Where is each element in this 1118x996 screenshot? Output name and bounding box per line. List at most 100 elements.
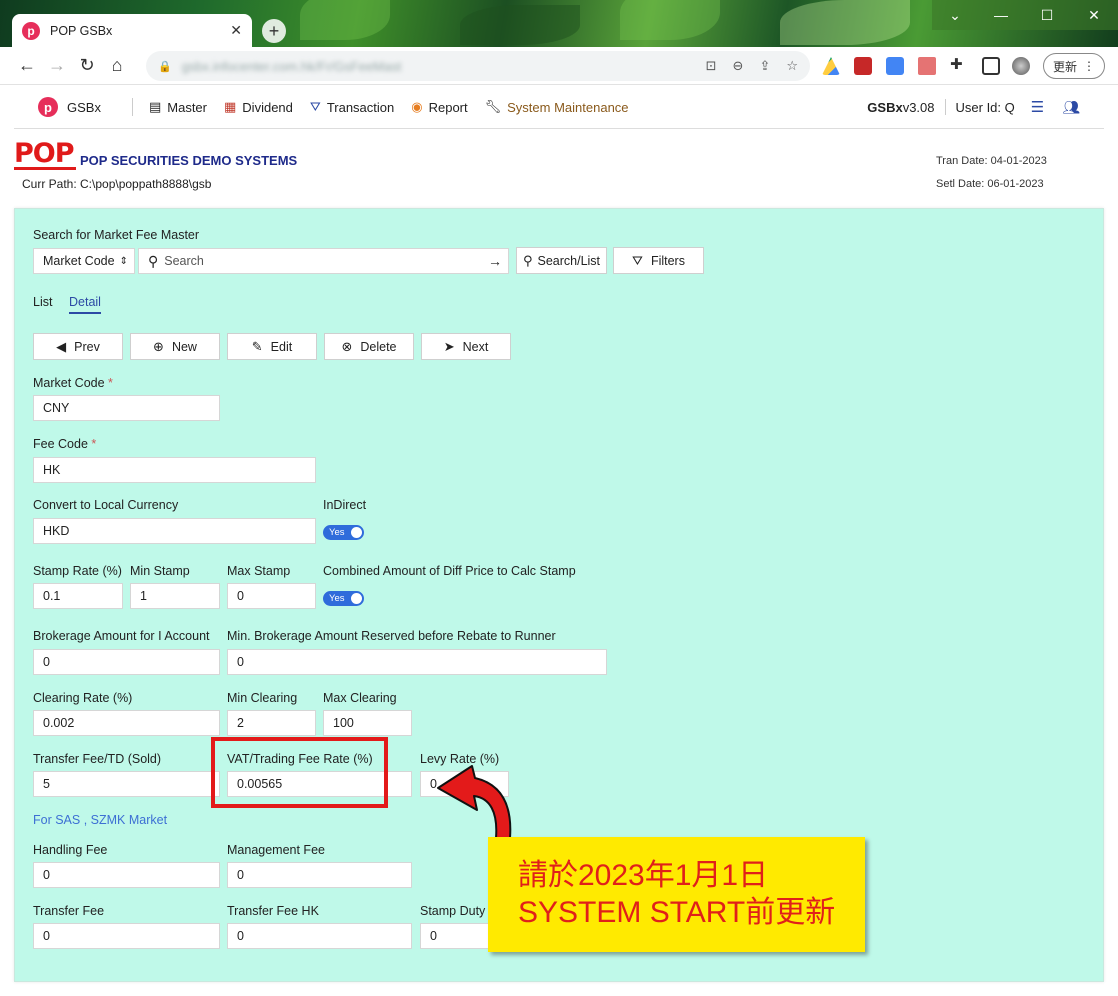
handling-fee-input[interactable]: 0 [33,862,220,888]
search-field-select[interactable]: Market Code ⇕ [33,248,135,274]
menu-system-maintenance[interactable]: 🔧︎ System Maintenance [485,99,629,115]
tab-close-icon[interactable]: ✕ [230,22,242,39]
background-leaf [780,0,910,45]
app-navbar: p GSBx ▤ Master ▦ Dividend ⛛ Transaction… [14,86,1104,129]
wrench-icon: 🔧︎ [484,99,502,114]
minimize-button[interactable]: — [978,0,1024,30]
max-clearing-label: Max Clearing [323,691,397,705]
forward-arrow-icon[interactable]: → [42,55,72,76]
transfer-fee-hk-input[interactable]: 0 [227,923,412,949]
drive-extension-icon[interactable] [822,57,840,75]
puzzle-extensions-icon[interactable]: ✚ [950,55,968,73]
user-id: User Id: Q [955,99,1015,115]
tab-detail[interactable]: Detail [69,295,101,314]
new-button[interactable]: ⊕ New [130,333,220,360]
book-extension-icon[interactable] [854,57,872,75]
reload-icon[interactable]: ↻ [72,55,102,76]
menu-report[interactable]: ◉ Report [411,99,467,115]
omnibox[interactable]: 🔒 gsbx.infocenter.com.hk/Fr/GsFeeMast ⊡ … [146,51,810,81]
profile-avatar[interactable] [1012,57,1030,75]
menu-dividend-label: Dividend [242,99,293,115]
tab-search-chevron-icon[interactable]: ⌄ [932,0,978,30]
prev-button[interactable]: ◀ Prev [33,333,123,360]
search-icon: ⚲ [522,252,533,268]
stamp-duty-label: Stamp Duty [420,904,486,918]
filters-button[interactable]: ⛛ Filters [613,247,704,274]
market-code-input[interactable]: CNY [33,395,220,421]
tab-list[interactable]: List [33,295,52,309]
min-stamp-input[interactable]: 1 [130,583,220,609]
search-list-button[interactable]: ⚲ Search/List [516,247,607,274]
version-name: GSBx [867,99,903,115]
sidepanel-icon[interactable] [982,57,1000,75]
new-tab-button[interactable]: + [262,19,286,43]
browser-tab[interactable]: p POP GSBx ✕ [12,14,252,47]
browser-update-button[interactable]: 更新 ⋮ [1043,53,1105,79]
bookmark-star-icon[interactable]: ☆ [786,58,798,74]
translate-extension-icon[interactable] [886,57,904,75]
max-clearing-input[interactable]: 100 [323,710,412,736]
min-brokerage-label: Min. Brokerage Amount Reserved before Re… [227,629,556,643]
translate-icon[interactable]: ⊡ [706,58,717,74]
edit-label: Edit [270,339,293,354]
next-button[interactable]: ➤ Next [421,333,511,360]
clearing-rate-label: Clearing Rate (%) [33,691,133,705]
delete-button[interactable]: ⊗ Delete [324,333,414,360]
pencil-icon: ✎ [251,338,263,354]
lock-icon: 🔒 [158,60,172,73]
background-leaf [460,5,580,45]
share-icon[interactable]: ⇪ [759,58,770,74]
report-icon: ◉ [411,99,423,114]
convert-currency-input[interactable]: HKD [33,518,316,544]
plus-circle-icon: ⊕ [153,338,164,354]
menu-transaction[interactable]: ⛛ Transaction [310,99,394,115]
vat-rate-highlight-box [211,737,388,808]
fee-code-input[interactable]: HK [33,457,316,483]
pop-company-logo: POP [14,138,76,170]
list-menu-icon[interactable]: ☰ [1031,98,1044,116]
search-placeholder: Search [164,254,204,268]
stamp-rate-input[interactable]: 0.1 [33,583,123,609]
management-fee-input[interactable]: 0 [227,862,412,888]
close-window-button[interactable]: ✕ [1070,0,1118,30]
menu-transaction-label: Transaction [326,99,395,115]
users-icon[interactable]: 👥︎ [1062,99,1080,116]
min-clearing-label: Min Clearing [227,691,298,705]
max-stamp-input[interactable]: 0 [227,583,316,609]
brand-name: GSBx [67,99,101,115]
pop-logo-icon: p [38,97,58,117]
indirect-toggle[interactable]: Yes [323,525,364,540]
search-title: Search for Market Fee Master [33,228,200,242]
transfer-fee-input[interactable]: 0 [33,923,220,949]
url-text: gsbx.infocenter.com.hk/Fr/GsFeeMast [181,58,402,74]
home-icon[interactable]: ⌂ [102,55,132,76]
brokerage-amount-input[interactable]: 0 [33,649,220,675]
coins-icon: ▦ [224,99,237,114]
transfer-fee-td-input[interactable]: 5 [33,771,220,797]
combined-amount-label: Combined Amount of Diff Price to Calc St… [323,564,576,578]
search-input[interactable]: ⚲ Search → [138,248,509,274]
min-brokerage-input[interactable]: 0 [227,649,607,675]
maximize-button[interactable]: ☐ [1024,0,1070,30]
zoom-icon[interactable]: ⊖ [733,58,744,74]
browser-titlebar: p POP GSBx ✕ + ⌄ — ☐ ✕ [0,0,1118,47]
combined-amount-toggle[interactable]: Yes [323,591,364,606]
sort-updown-icon: ⇕ [119,255,128,267]
menu-dividend[interactable]: ▦ Dividend [224,99,293,115]
back-arrow-icon[interactable]: ← [12,55,42,76]
tran-date: Tran Date: 04-01-2023 [936,155,1047,167]
background-leaf [620,0,720,40]
min-clearing-input[interactable]: 2 [227,710,316,736]
transaction-icon: ⛛ [309,99,321,114]
menu-master-label: Master [167,99,207,115]
cast-extension-icon[interactable] [918,57,936,75]
edit-button[interactable]: ✎ Edit [227,333,317,360]
convert-currency-label: Convert to Local Currency [33,498,179,512]
fee-code-label: Fee Code * [33,437,97,451]
nav-divider [131,98,133,116]
clearing-rate-input[interactable]: 0.002 [33,710,220,736]
brand[interactable]: p GSBx [38,97,101,117]
menu-master[interactable]: ▤ Master [149,99,207,115]
arrow-right-icon[interactable]: → [488,253,502,269]
logo-text: POP [14,138,75,169]
